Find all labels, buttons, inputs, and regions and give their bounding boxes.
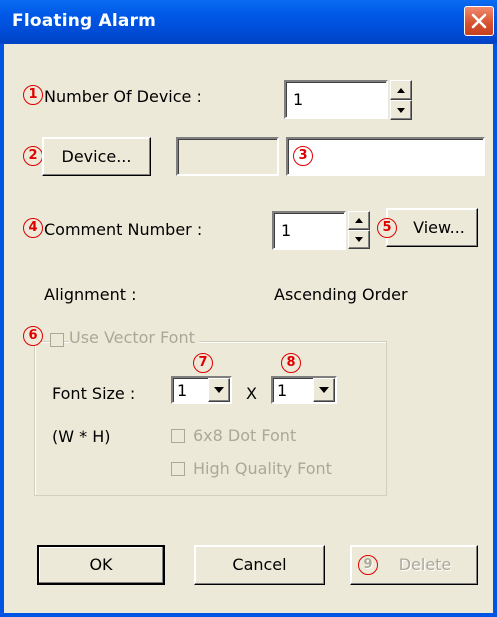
number-of-device-label: Number Of Device : bbox=[44, 87, 202, 106]
dot-font-checkbox bbox=[171, 429, 185, 443]
alignment-value: Ascending Order bbox=[274, 285, 408, 304]
dot-font-label: 6x8 Dot Font bbox=[193, 426, 297, 445]
font-height-dropdown-button[interactable] bbox=[313, 378, 335, 402]
font-width-value: 1 bbox=[177, 381, 188, 400]
cancel-button-label: Cancel bbox=[232, 555, 287, 574]
arrow-up-icon bbox=[397, 88, 405, 93]
device-name-field bbox=[176, 137, 279, 176]
font-size-label: Font Size : bbox=[52, 384, 136, 403]
comment-number-input[interactable]: 1 bbox=[272, 211, 346, 250]
device-button-label: Device... bbox=[61, 147, 132, 166]
use-vector-font-checkbox bbox=[50, 333, 64, 347]
font-height-value: 1 bbox=[277, 381, 288, 400]
marker-3: 3 bbox=[293, 146, 313, 166]
high-quality-font-checkbox bbox=[171, 462, 185, 476]
number-of-device-spinner[interactable] bbox=[390, 80, 412, 120]
marker-9: 9 bbox=[358, 555, 378, 575]
font-width-dropdown-button[interactable] bbox=[208, 378, 230, 402]
spin-up-button[interactable] bbox=[390, 80, 412, 100]
floating-alarm-dialog: Floating Alarm 1 Number Of Device : 1 2 … bbox=[0, 0, 497, 617]
size-x-label: X bbox=[246, 384, 257, 403]
ok-button[interactable]: OK bbox=[37, 545, 165, 585]
close-button[interactable] bbox=[464, 6, 494, 36]
view-button[interactable]: View... bbox=[386, 208, 478, 247]
view-button-label: View... bbox=[413, 218, 465, 237]
arrow-up-icon bbox=[355, 218, 363, 223]
chevron-down-icon bbox=[319, 387, 329, 393]
font-width-select[interactable]: 1 bbox=[171, 376, 232, 404]
use-vector-font-label: Use Vector Font bbox=[69, 328, 199, 347]
marker-6: 6 bbox=[23, 326, 43, 346]
alignment-label: Alignment : bbox=[44, 285, 137, 304]
marker-8: 8 bbox=[281, 353, 301, 373]
spin-down-button[interactable] bbox=[348, 230, 370, 249]
high-quality-font-label: High Quality Font bbox=[193, 459, 332, 478]
marker-4: 4 bbox=[23, 218, 43, 238]
font-height-select[interactable]: 1 bbox=[271, 376, 337, 404]
marker-7: 7 bbox=[193, 353, 213, 373]
marker-1: 1 bbox=[23, 85, 43, 105]
width-height-label: (W * H) bbox=[52, 427, 111, 446]
spin-up-button[interactable] bbox=[348, 211, 370, 230]
arrow-down-icon bbox=[397, 108, 405, 113]
marker-5: 5 bbox=[377, 218, 397, 238]
delete-button-label: Delete bbox=[398, 555, 452, 574]
window-title: Floating Alarm bbox=[12, 11, 157, 31]
chevron-down-icon bbox=[214, 387, 224, 393]
number-of-device-input[interactable]: 1 bbox=[284, 80, 388, 119]
marker-2: 2 bbox=[23, 146, 43, 166]
device-address-input[interactable] bbox=[286, 137, 485, 176]
cancel-button[interactable]: Cancel bbox=[194, 545, 325, 585]
comment-number-label: Comment Number : bbox=[44, 220, 203, 239]
arrow-down-icon bbox=[355, 237, 363, 242]
spin-down-button[interactable] bbox=[390, 100, 412, 120]
delete-button: 9 Delete bbox=[350, 545, 478, 585]
device-button[interactable]: Device... bbox=[42, 137, 151, 176]
title-bar[interactable]: Floating Alarm bbox=[0, 0, 497, 44]
comment-number-spinner[interactable] bbox=[348, 211, 370, 249]
close-icon bbox=[471, 13, 487, 29]
ok-button-label: OK bbox=[89, 555, 113, 574]
